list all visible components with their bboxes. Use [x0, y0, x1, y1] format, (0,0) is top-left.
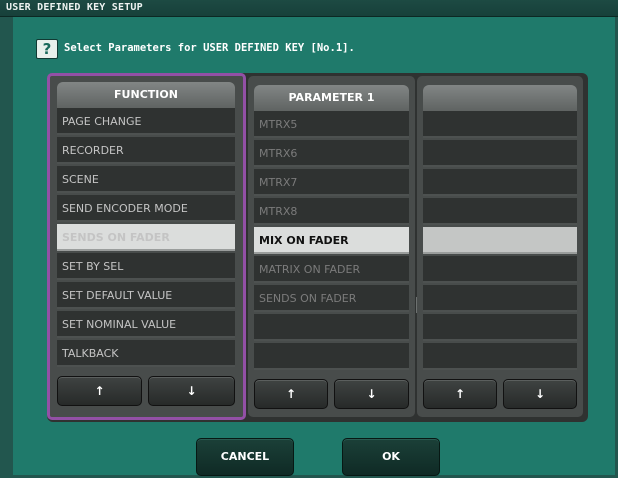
- parameter-row[interactable]: [254, 343, 409, 370]
- parameter-2-column-header: [423, 85, 577, 111]
- function-row[interactable]: PAGE CHANGE: [57, 108, 235, 135]
- parameter-row[interactable]: MTRX6: [254, 140, 409, 167]
- parameter-1-column-header: PARAMETER 1: [254, 85, 409, 111]
- ok-button[interactable]: OK: [342, 438, 440, 476]
- function-scroll-down-button[interactable]: ↓: [148, 376, 235, 406]
- parameter-2-scroll-up-button[interactable]: ↑: [423, 379, 497, 409]
- parameter-2-scroll-down-button[interactable]: ↓: [503, 379, 577, 409]
- parameter-row[interactable]: MTRX8: [254, 198, 409, 225]
- parameter-2-row[interactable]: [423, 111, 577, 138]
- function-scroll-buttons: ↑ ↓: [57, 376, 235, 408]
- parameter-row[interactable]: MATRIX ON FADER: [254, 256, 409, 283]
- function-row[interactable]: SET NOMINAL VALUE: [57, 311, 235, 338]
- parameter-row[interactable]: MTRX7: [254, 169, 409, 196]
- parameter-2-row[interactable]: [423, 314, 577, 341]
- parameter-2-row[interactable]: [423, 285, 577, 312]
- parameter-1-column: PARAMETER 1 MTRX5 MTRX6 MTRX7 MTRX8 MIX …: [248, 76, 415, 417]
- parameter-2-row[interactable]: [423, 140, 577, 167]
- parameter-row[interactable]: MTRX5: [254, 111, 409, 138]
- parameter-2-row-selected[interactable]: [423, 227, 577, 254]
- function-row[interactable]: SEND ENCODER MODE: [57, 195, 235, 222]
- parameter-1-scroll-up-button[interactable]: ↑: [254, 379, 328, 409]
- parameter-columns: FUNCTION PAGE CHANGE RECORDER SCENE SEND…: [47, 73, 588, 422]
- parameter-2-column: ↑ ↓: [417, 76, 583, 417]
- cancel-button[interactable]: CANCEL: [196, 438, 294, 476]
- user-defined-key-setup-window: USER DEFINED KEY SETUP ? Select Paramete…: [0, 0, 618, 478]
- question-mark-icon[interactable]: ?: [36, 39, 58, 59]
- parameter-2-row[interactable]: [423, 198, 577, 225]
- parameter-1-scroll-down-button[interactable]: ↓: [334, 379, 409, 409]
- title-bar: USER DEFINED KEY SETUP: [0, 0, 618, 17]
- parameter-row[interactable]: [254, 314, 409, 341]
- parameter-2-row[interactable]: [423, 256, 577, 283]
- function-row[interactable]: RECORDER: [57, 137, 235, 164]
- function-row[interactable]: SET DEFAULT VALUE: [57, 282, 235, 309]
- function-row[interactable]: SCENE: [57, 166, 235, 193]
- function-scroll-up-button[interactable]: ↑: [57, 376, 142, 406]
- function-column: FUNCTION PAGE CHANGE RECORDER SCENE SEND…: [47, 73, 246, 420]
- window-title: USER DEFINED KEY SETUP: [6, 2, 143, 13]
- parameter-row[interactable]: SENDS ON FADER: [254, 285, 409, 312]
- parameter-row-selected[interactable]: MIX ON FADER: [254, 227, 409, 254]
- instruction-text: Select Parameters for USER DEFINED KEY […: [64, 42, 355, 54]
- parameter-1-scroll-buttons: ↑ ↓: [254, 379, 409, 411]
- function-row-selected[interactable]: SENDS ON FADER: [57, 224, 235, 251]
- parameter-2-row[interactable]: [423, 343, 577, 370]
- function-row[interactable]: SET BY SEL: [57, 253, 235, 280]
- parameter-2-scroll-buttons: ↑ ↓: [423, 379, 577, 411]
- parameter-2-row[interactable]: [423, 169, 577, 196]
- function-row[interactable]: TALKBACK: [57, 340, 235, 367]
- function-column-header: FUNCTION: [57, 82, 235, 108]
